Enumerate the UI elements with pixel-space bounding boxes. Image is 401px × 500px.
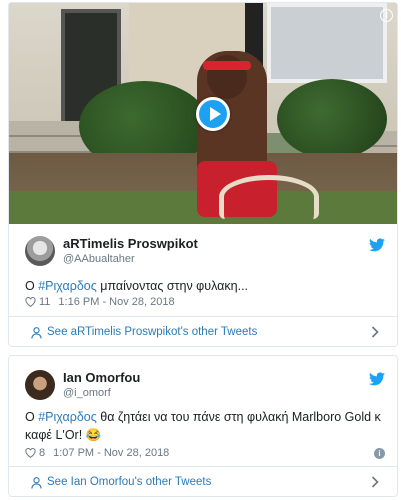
info-icon[interactable]: i <box>380 9 393 22</box>
tweet-text-part: μπαίνοντας στην φυλακη... <box>96 279 249 293</box>
heart-icon[interactable] <box>25 297 36 308</box>
tweet-header: Ian Omorfou @i_omorf <box>25 368 385 408</box>
tweet-text: Ο #Ριχαρδος μπαίνοντας στην φυλακη... <box>25 277 387 295</box>
hashtag-link[interactable]: #Ριχαρδος <box>38 279 97 293</box>
tweet-video[interactable]: i <box>9 3 397 224</box>
tweet-meta: 11 1:16 PM - Nov 28, 2018 <box>25 296 385 310</box>
handle[interactable]: @AAbualtaher <box>63 253 135 265</box>
twitter-bird-icon[interactable] <box>369 238 385 252</box>
like-count[interactable]: 11 <box>39 296 50 308</box>
play-button[interactable] <box>196 97 230 131</box>
video-scene <box>277 79 387 159</box>
person-icon <box>31 327 42 339</box>
display-name[interactable]: aRTimelis Proswpikot <box>63 236 198 251</box>
tweet-text-part: Ο <box>25 279 39 293</box>
tweet-text: Ο #Ριχαρδος θα ζητάει να του πάνε στη φυ… <box>25 408 387 444</box>
video-scene <box>203 61 251 70</box>
see-other-tweets-link[interactable]: See aRTimelis Proswpikot's other Tweets <box>9 316 397 346</box>
see-other-tweets-label[interactable]: See aRTimelis Proswpikot's other Tweets <box>47 326 257 338</box>
tweet-card: Ian Omorfou @i_omorf Ο #Ριχαρδος θα ζητά… <box>8 355 398 497</box>
tweet-text-part: Ο <box>25 410 39 424</box>
info-icon[interactable]: i <box>374 448 385 459</box>
chevron-right-icon <box>371 326 379 338</box>
like-count[interactable]: 8 <box>39 447 45 459</box>
person-icon <box>31 477 42 489</box>
timestamp-link[interactable]: 1:16 PM - Nov 28, 2018 <box>58 296 174 308</box>
timestamp-link[interactable]: 1:07 PM - Nov 28, 2018 <box>53 447 169 459</box>
tweet-header: aRTimelis Proswpikot @AAbualtaher <box>25 234 385 274</box>
see-other-tweets-label[interactable]: See Ian Omorfou's other Tweets <box>47 476 211 488</box>
tweet-card: i aRTimelis Proswpikot @AAbualtaher Ο #Ρ… <box>8 2 398 347</box>
hashtag-link[interactable]: #Ριχαρδος <box>38 410 97 424</box>
display-name[interactable]: Ian Omorfou <box>63 370 140 385</box>
see-other-tweets-link[interactable]: See Ian Omorfou's other Tweets <box>9 466 397 496</box>
tweet-meta: 8 1:07 PM - Nov 28, 2018 i <box>25 447 385 461</box>
avatar[interactable] <box>25 370 55 400</box>
video-scene <box>219 175 319 219</box>
twitter-bird-icon[interactable] <box>369 372 385 386</box>
handle[interactable]: @i_omorf <box>63 387 111 399</box>
heart-icon[interactable] <box>25 448 36 459</box>
video-scene <box>267 3 387 83</box>
chevron-right-icon <box>371 476 379 488</box>
avatar[interactable] <box>25 236 55 266</box>
